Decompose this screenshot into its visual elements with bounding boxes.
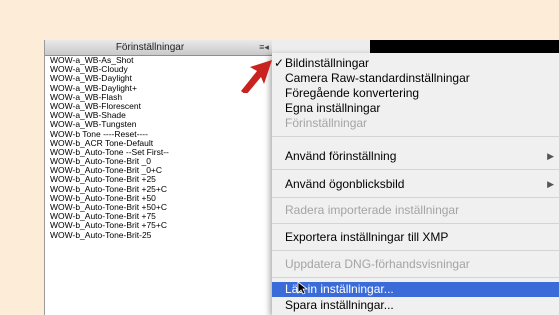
menu-item-bildinstallningar[interactable]: ✓ Bildinställningar	[272, 56, 559, 71]
menu-item-update-dng-previews: Uppdatera DNG-förhandsvisningar	[272, 257, 559, 272]
menu-item-custom-settings[interactable]: Egna inställningar	[272, 101, 559, 116]
menu-item-label: Egna inställningar	[285, 101, 381, 115]
menu-item-export-settings-xmp[interactable]: Exportera inställningar till XMP	[272, 230, 559, 245]
menu-item-label: Spara inställningar...	[285, 298, 394, 312]
menu-item-delete-imported-settings: Radera importerade inställningar	[272, 203, 559, 218]
preset-item[interactable]: WOW-b_ACR Tone-Default	[45, 139, 273, 148]
menu-separator	[272, 277, 559, 278]
preset-item[interactable]: WOW-b_Auto-Tone-Brit +50	[45, 194, 273, 203]
menu-separator	[272, 136, 559, 137]
red-annotation-arrow-icon	[241, 60, 272, 93]
menu-item-label: Uppdatera DNG-förhandsvisningar	[285, 257, 470, 271]
preset-item[interactable]: WOW-b_Auto-Tone-Brit _0	[45, 157, 273, 166]
preset-item[interactable]: WOW-b_Auto-Tone-Brit +75	[45, 212, 273, 221]
menu-item-label: Bildinställningar	[285, 56, 370, 70]
menu-item-label: Radera importerade inställningar	[285, 203, 460, 217]
preset-item[interactable]: WOW-b_Auto-Tone-Brit-25	[45, 231, 273, 240]
submenu-arrow-icon: ▶	[547, 179, 554, 189]
menu-item-label: Camera Raw-standardinställningar	[285, 71, 470, 85]
menu-separator	[272, 169, 559, 170]
menu-separator	[272, 223, 559, 224]
menu-item-previous-conversion[interactable]: Föregående konvertering	[272, 86, 559, 101]
menu-item-presets: Förinställningar	[272, 116, 559, 131]
menu-item-label: Exportera inställningar till XMP	[285, 230, 449, 244]
presets-panel-header: Förinställningar ≡◂	[45, 40, 273, 56]
image-preview-area	[370, 40, 559, 53]
menu-item-label: Förinställningar	[285, 116, 368, 130]
menu-item-apply-preset[interactable]: Använd förinställning ▶	[272, 149, 559, 164]
settings-context-menu: ✓ Bildinställningar Camera Raw-standardi…	[272, 53, 559, 315]
preset-item[interactable]: WOW-a_WB-Shade	[45, 111, 273, 120]
menu-separator	[272, 250, 559, 251]
preset-item[interactable]: WOW-b_Auto-Tone-Brit +25	[45, 175, 273, 184]
mouse-pointer-icon	[297, 281, 309, 295]
menu-item-camera-raw-defaults[interactable]: Camera Raw-standardinställningar	[272, 71, 559, 86]
preset-item[interactable]: WOW-b_Auto-Tone-Brit +50+C	[45, 203, 273, 212]
menu-item-label: Använd förinställning	[285, 149, 397, 163]
menu-item-apply-snapshot[interactable]: Använd ögonblicksbild ▶	[272, 177, 559, 192]
preset-item[interactable]: WOW-b Tone ----Reset----	[45, 130, 273, 139]
menu-item-load-settings[interactable]: Läs in inställningar...	[272, 282, 559, 297]
preset-item[interactable]: WOW-b_Auto-Tone-Brit +25+C	[45, 185, 273, 194]
preset-item[interactable]: WOW-b_Auto-Tone --Set First--	[45, 148, 273, 157]
menu-separator	[272, 197, 559, 198]
background-area	[0, 0, 559, 40]
preset-item[interactable]: WOW-a_WB-Flash	[45, 93, 273, 102]
preset-item[interactable]: WOW-a_WB-Tungsten	[45, 120, 273, 129]
presets-panel-title: Förinställningar	[115, 42, 185, 53]
panel-menu-button[interactable]: ≡◂	[255, 40, 273, 55]
menu-item-save-settings[interactable]: Spara inställningar...	[272, 298, 559, 313]
submenu-arrow-icon: ▶	[547, 151, 554, 161]
menu-item-label: Använd ögonblicksbild	[285, 177, 405, 191]
menu-item-label: Föregående konvertering	[285, 86, 420, 100]
preset-item[interactable]: WOW-b_Auto-Tone-Brit _0+C	[45, 166, 273, 175]
preset-item[interactable]: WOW-a_WB-Florescent	[45, 102, 273, 111]
preset-item[interactable]: WOW-b_Auto-Tone-Brit +75+C	[45, 221, 273, 230]
toolbar-strip	[272, 40, 370, 53]
